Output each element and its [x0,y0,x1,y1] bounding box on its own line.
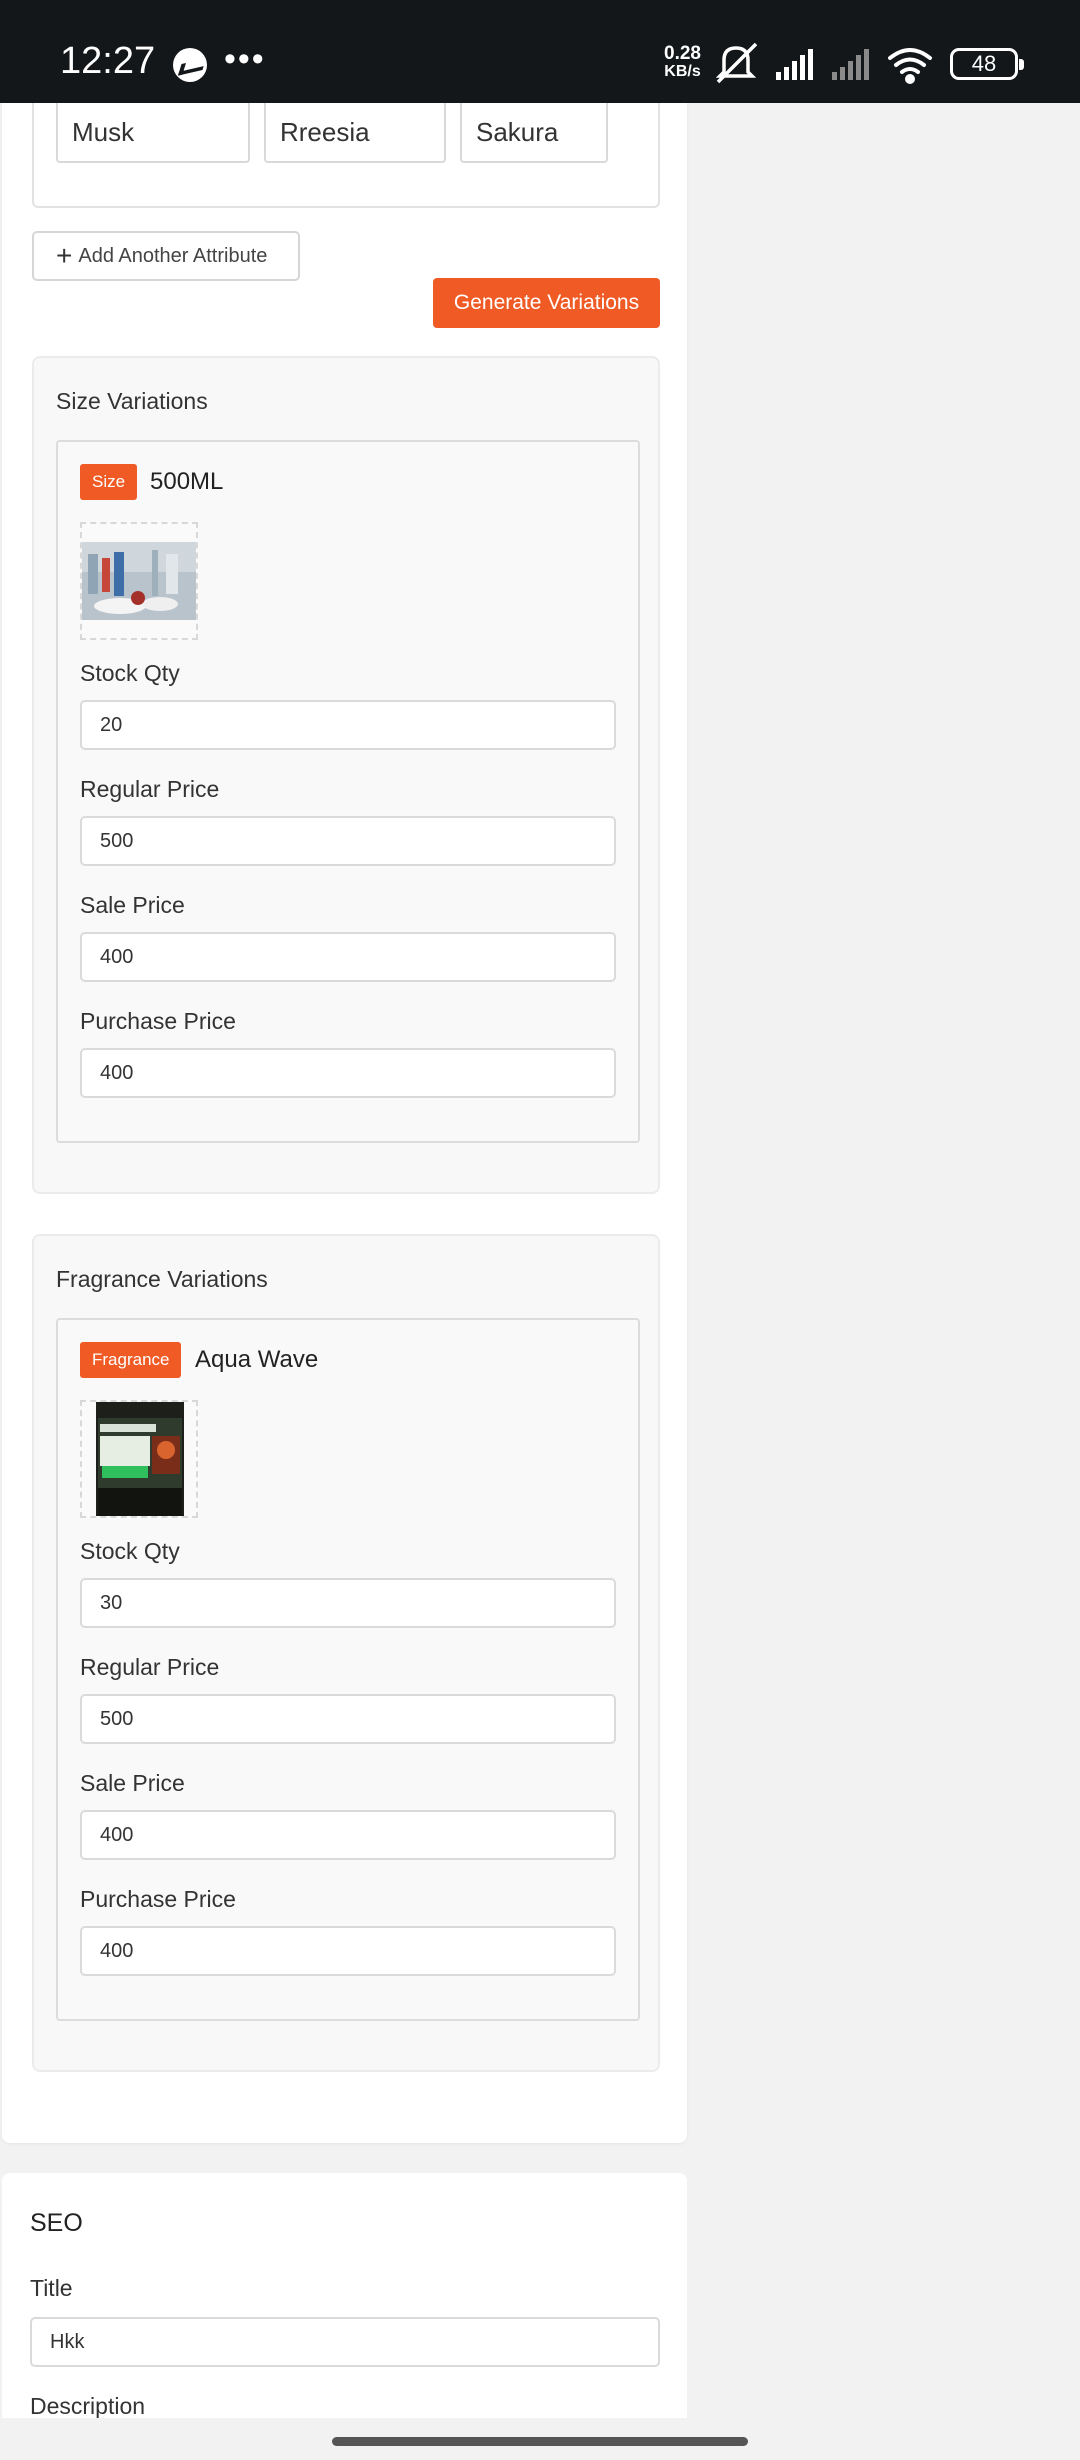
home-handle[interactable] [332,2437,748,2446]
attribute-values-box: Musk Rreesia Sakura [32,103,660,208]
sale-price-label: Sale Price [80,1770,185,1796]
variation-name: 500ML [150,468,224,495]
add-attribute-label: Add Another Attribute [78,244,268,267]
stock-qty-label: Stock Qty [80,660,180,686]
plus-icon: + [56,240,73,271]
gesture-nav-bar [0,2418,1080,2460]
battery-icon: 48 [950,48,1024,80]
sale-price-input[interactable]: 400 [80,1810,616,1860]
purchase-price-label: Purchase Price [80,1008,236,1034]
sale-price-label: Sale Price [80,892,185,918]
variation-name: Aqua Wave [195,1346,319,1373]
regular-price-label: Regular Price [80,776,220,802]
variations-card: Musk Rreesia Sakura + Add Another Attrib… [2,103,687,2143]
generate-variations-button[interactable]: Generate Variations [433,278,660,328]
more-notifications-icon: ••• [224,40,266,78]
purchase-price-label: Purchase Price [80,1886,236,1912]
variation-card: Fragrance Aqua Wave Stock Qty 30 Regular… [56,1318,640,2021]
signal-icon-2 [832,49,869,80]
status-bar: 12:27 ••• 0.28 KB/s 48 [0,0,1080,103]
seo-heading: SEO [30,2209,83,2237]
regular-price-label: Regular Price [80,1654,220,1680]
purchase-price-input[interactable]: 400 [80,1926,616,1976]
variation-image[interactable] [80,1400,198,1518]
product-photo [82,542,196,620]
stock-qty-input[interactable]: 30 [80,1578,616,1628]
size-variations-section: Size Variations Size 500ML Stock Qty 20 … [32,356,660,1194]
attribute-value-input[interactable]: Sakura [460,103,608,163]
network-speed-unit: KB/s [664,63,701,80]
seo-description-label: Description [30,2393,146,2419]
fragrance-variations-section: Fragrance Variations Fragrance Aqua Wave… [32,1234,660,2072]
product-photo [82,1402,196,1516]
regular-price-input[interactable]: 500 [80,1694,616,1744]
sale-price-input[interactable]: 400 [80,932,616,982]
seo-title-label: Title [30,2275,73,2301]
variation-image[interactable] [80,522,198,640]
system-icons [716,42,932,84]
seo-title-input[interactable]: Hkk [30,2317,660,2367]
variation-card: Size 500ML Stock Qty 20 Regular Price 50… [56,440,640,1143]
status-time: 12:27 [60,40,156,82]
variation-badge: Fragrance [80,1342,182,1378]
section-title: Size Variations [56,388,208,414]
signal-icon [776,49,813,80]
stock-qty-label: Stock Qty [80,1538,180,1564]
messenger-icon [173,48,207,82]
stock-qty-input[interactable]: 20 [80,700,616,750]
network-speed: 0.28 KB/s [664,43,701,81]
mute-icon [716,42,758,84]
variation-badge: Size [80,464,138,500]
wifi-icon [888,48,932,84]
regular-price-input[interactable]: 500 [80,816,616,866]
attribute-value-input[interactable]: Musk [56,103,250,163]
purchase-price-input[interactable]: 400 [80,1048,616,1098]
network-speed-value: 0.28 [664,43,701,64]
attribute-value-input[interactable]: Rreesia [264,103,446,163]
add-attribute-button[interactable]: + Add Another Attribute [32,231,300,281]
seo-card: SEO Title Hkk Description [2,2173,687,2460]
section-title: Fragrance Variations [56,1266,268,1292]
